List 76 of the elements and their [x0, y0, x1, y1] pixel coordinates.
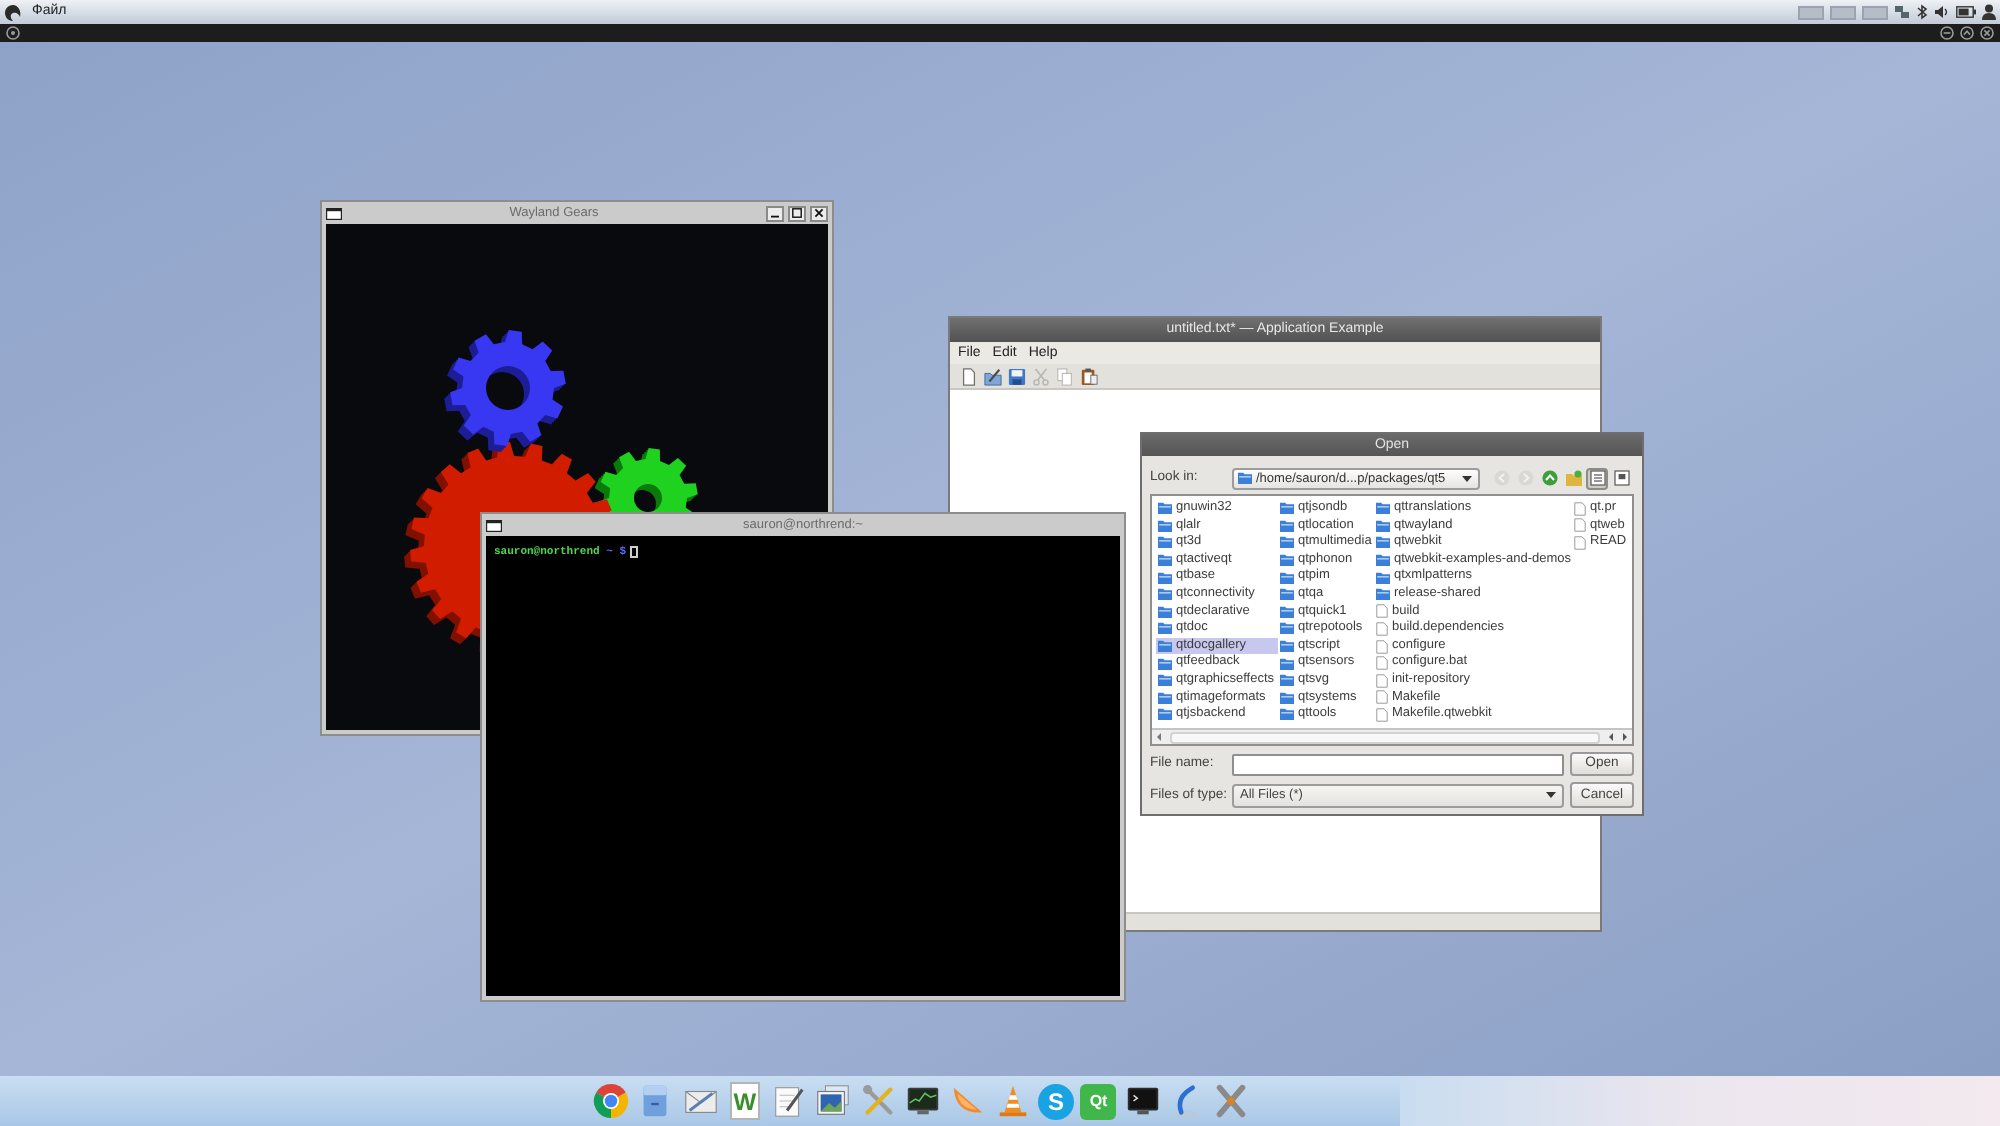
folder-icon [1280, 519, 1294, 532]
folder-icon [1158, 640, 1172, 653]
scroll-right-icon[interactable] [1618, 730, 1632, 744]
scroll-left-icon[interactable] [1152, 730, 1166, 744]
folder-icon [1280, 691, 1294, 704]
folder-icon [1280, 640, 1294, 653]
notepad-icon[interactable] [770, 1082, 809, 1120]
up-arrow-icon [1541, 470, 1557, 486]
network-icon[interactable] [1894, 4, 1910, 20]
battery-icon[interactable] [1956, 6, 1976, 18]
folder-icon [1158, 691, 1172, 704]
logo-icon[interactable] [4, 3, 22, 21]
folder-icon [1158, 657, 1172, 670]
dropdown-caret-icon [1462, 475, 1472, 481]
folder-icon [1376, 519, 1390, 532]
folder-icon [1280, 536, 1294, 549]
detail-view-icon [1613, 470, 1629, 486]
cursor-icon [630, 545, 638, 557]
left-arrow-icon [1493, 470, 1509, 486]
folder-icon [1238, 472, 1252, 484]
list-icon [1589, 470, 1605, 486]
close-icon[interactable] [1980, 26, 1994, 40]
right-arrow-icon [1517, 470, 1533, 486]
folder-icon [1376, 588, 1390, 601]
picture-icon[interactable] [814, 1082, 853, 1120]
file-name-field[interactable] [1232, 753, 1564, 775]
folder-icon [1376, 536, 1390, 549]
folder-icon [1158, 571, 1172, 584]
new-folder-icon [1565, 470, 1581, 486]
detail-view-button[interactable] [1610, 467, 1632, 489]
window-menu-icon[interactable] [6, 26, 20, 40]
folder-icon [1280, 708, 1294, 721]
folder-icon [1158, 622, 1172, 635]
segmented-circle-icon[interactable] [592, 1082, 630, 1120]
speaker-icon[interactable] [1934, 4, 1950, 20]
folder-icon [1158, 605, 1172, 618]
folder-icon [1280, 588, 1294, 601]
bluetooth-icon[interactable] [1916, 4, 1928, 20]
parent-folder-button[interactable] [1538, 467, 1560, 489]
folder-icon [1280, 554, 1294, 567]
folder-icon [1376, 502, 1390, 515]
folder-icon [1158, 502, 1172, 515]
window-menu-icon[interactable] [486, 519, 502, 531]
terminal-icon[interactable] [1123, 1082, 1162, 1120]
folder-icon [1376, 571, 1390, 584]
close-button[interactable] [810, 205, 828, 221]
scroll-left-icon[interactable] [1604, 730, 1618, 744]
person-icon[interactable] [1982, 4, 1996, 20]
maximize-button[interactable] [788, 205, 806, 221]
scrollbar-thumb[interactable] [1170, 731, 1600, 743]
monitor-icon[interactable] [904, 1082, 943, 1120]
maximize-icon[interactable] [1960, 26, 1974, 40]
app-launcher[interactable]: W [729, 1082, 760, 1120]
horizontal-scrollbar[interactable] [1152, 728, 1632, 744]
list-view-button[interactable] [1586, 467, 1608, 489]
folder-icon [1280, 502, 1294, 515]
folder-icon [1158, 674, 1172, 687]
folder-icon [1158, 536, 1172, 549]
dropdown-caret-icon [1546, 792, 1556, 798]
maximize-icon [792, 208, 802, 218]
folder-icon [1280, 622, 1294, 635]
folder-icon [1280, 571, 1294, 584]
close-icon [814, 208, 824, 218]
pencil-folder-icon[interactable] [984, 367, 1002, 385]
clipboard-icon[interactable] [1080, 367, 1098, 385]
folder-icon [1376, 554, 1390, 567]
window-menu-icon[interactable] [326, 207, 342, 219]
folder-icon [1158, 554, 1172, 567]
folder-icon [1158, 519, 1172, 532]
minimize-button[interactable] [766, 205, 784, 221]
folder-icon [1280, 657, 1294, 670]
folder-icon [1280, 605, 1294, 618]
folder-icon [1158, 588, 1172, 601]
folder-icon [1280, 674, 1294, 687]
minimize-icon[interactable] [1940, 26, 1954, 40]
folder-icon [1158, 708, 1172, 721]
